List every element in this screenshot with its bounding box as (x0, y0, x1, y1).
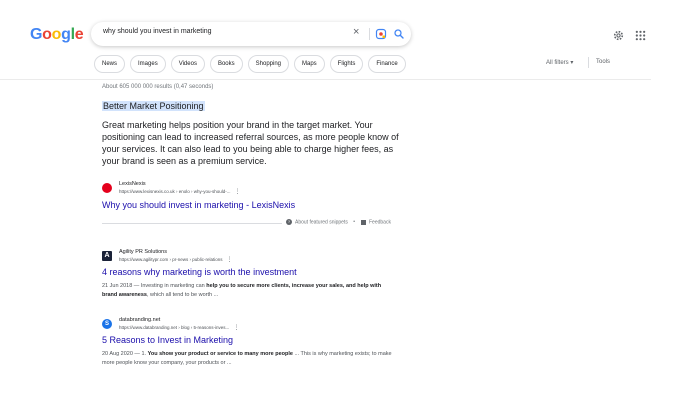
source-name: Agility PR Solutions (119, 249, 167, 255)
desc-bold: You show your product or service to many… (147, 351, 293, 357)
clear-icon[interactable]: × (353, 26, 359, 38)
source-url: https://www.lexisnexis.co.uk › enolo › w… (119, 188, 241, 195)
gear-icon[interactable] (612, 29, 625, 42)
header-divider (0, 79, 651, 80)
toolbar-divider (588, 57, 589, 68)
source-name: databranding.net (119, 317, 161, 323)
logo-letter: o (51, 26, 62, 43)
search-icon[interactable] (393, 28, 405, 40)
apps-grid-icon[interactable] (635, 30, 646, 41)
logo-letter: e (74, 26, 84, 43)
logo-letter: G (30, 26, 43, 43)
search-divider (369, 28, 370, 40)
desc-part: — Investing in marketing can (132, 283, 207, 289)
featured-footer: ? About featured snippets • Feedback (286, 219, 391, 225)
featured-divider (102, 223, 282, 224)
source-url-text: https://www.databranding.net › blog › 5-… (119, 325, 230, 330)
featured-snippet-highlight: Better Market Positioning (102, 101, 205, 111)
lexisnexis-favicon (102, 183, 112, 193)
chip-news[interactable]: News (94, 55, 126, 73)
chip-flights[interactable]: Flights (329, 55, 364, 73)
tools-button[interactable]: Tools (596, 59, 610, 65)
source-name: LexisNexis (119, 181, 146, 187)
source-url-text: https://www.agilitypr.com › pr-news › pu… (119, 257, 223, 262)
featured-snippet-text: Great marketing helps position your bran… (102, 120, 399, 166)
search-box[interactable]: why should you invest in marketing × (91, 22, 411, 46)
chip-videos[interactable]: Videos (170, 55, 205, 73)
databranding-favicon: S (102, 319, 112, 329)
featured-result-title[interactable]: Why you should invest in marketing - Lex… (102, 200, 295, 210)
more-options-icon[interactable]: ⋮ (233, 325, 239, 331)
result-stats: About 605 000 000 results (0,47 seconds) (102, 84, 214, 90)
all-filters-button[interactable]: All filters ▾ (546, 59, 573, 66)
chip-maps[interactable]: Maps (294, 55, 325, 73)
help-icon[interactable]: ? (286, 219, 292, 225)
result-date: 20 Aug 2020 (102, 351, 133, 357)
feedback-link[interactable]: Feedback (369, 219, 391, 225)
chip-shopping[interactable]: Shopping (247, 55, 289, 73)
more-options-icon[interactable]: ⋮ (227, 257, 233, 263)
footer-dot: • (353, 219, 355, 226)
google-logo[interactable]: Google (30, 26, 84, 44)
result-title[interactable]: 4 reasons why marketing is worth the inv… (102, 267, 297, 277)
feedback-icon[interactable] (360, 219, 366, 225)
lens-camera-icon[interactable] (375, 28, 387, 40)
result-description: 21 Jun 2018 — Investing in marketing can… (102, 282, 392, 299)
source-url: https://www.agilitypr.com › pr-news › pu… (119, 256, 233, 263)
agilitypr-favicon: A (102, 251, 112, 261)
about-featured-snippets-link[interactable]: About featured snippets (295, 219, 348, 225)
filter-chips: News Images Videos Books Shopping Maps F… (94, 55, 406, 73)
result-date: 21 Jun 2018 (102, 283, 133, 289)
logo-letter: g (61, 26, 71, 43)
result-title[interactable]: 5 Reasons to Invest in Marketing (102, 335, 233, 345)
desc-part: — 1. (132, 351, 148, 357)
chip-images[interactable]: Images (130, 55, 166, 73)
search-input[interactable]: why should you invest in marketing (103, 28, 212, 35)
source-url: https://www.databranding.net › blog › 5-… (119, 324, 239, 331)
result-description: 20 Aug 2020 — 1. You show your product o… (102, 350, 392, 367)
desc-part: , which all tend to be worth ... (146, 291, 219, 298)
chip-books[interactable]: Books (209, 55, 243, 73)
logo-letter: o (42, 26, 52, 43)
more-options-icon[interactable]: ⋮ (235, 189, 241, 195)
chip-finance[interactable]: Finance (368, 55, 406, 73)
source-url-text: https://www.lexisnexis.co.uk › enolo › w… (119, 189, 231, 194)
